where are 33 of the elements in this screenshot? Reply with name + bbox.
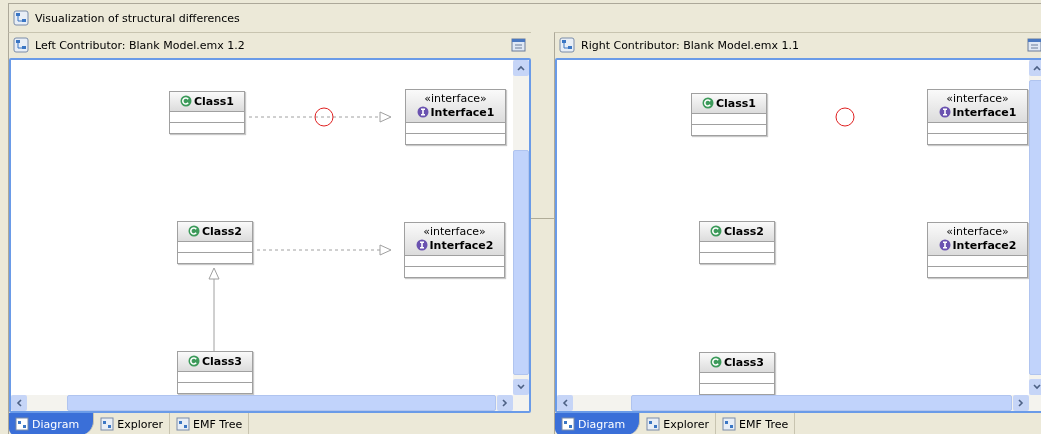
- uml-node[interactable]: «interface» Interface1: [405, 88, 506, 145]
- view-tab[interactable]: Diagram: [555, 413, 641, 434]
- uml-node[interactable]: «interface» Interface2: [927, 221, 1028, 278]
- uml-node[interactable]: «interface» Interface2: [404, 221, 505, 278]
- stereotype-label: «interface»: [424, 91, 487, 105]
- node-name: Class2: [202, 223, 242, 239]
- uml-node[interactable]: Class1: [169, 90, 245, 134]
- panel-title: Left Contributor: Blank Model.emx 1.2: [35, 38, 246, 52]
- uml-node[interactable]: Class2: [699, 220, 775, 264]
- node-name: Class1: [194, 93, 234, 109]
- panel-title: Right Contributor: Blank Model.emx 1.1: [581, 38, 800, 52]
- node-name: Interface1: [952, 104, 1017, 120]
- view-tab[interactable]: Explorer: [94, 413, 171, 434]
- node-name: Class2: [724, 223, 764, 239]
- node-name: Interface2: [429, 237, 494, 253]
- view-tab[interactable]: EMF Tree: [170, 413, 250, 434]
- uml-node[interactable]: Class3: [699, 351, 775, 395]
- node-name: Class3: [202, 353, 242, 369]
- uml-node[interactable]: Class2: [177, 220, 253, 264]
- view-title: Visualization of structural differences: [35, 11, 240, 25]
- view-tab[interactable]: EMF Tree: [716, 413, 796, 434]
- view-tab[interactable]: Explorer: [640, 413, 717, 434]
- node-name: Interface2: [952, 237, 1017, 253]
- node-name: Interface1: [430, 104, 495, 120]
- stereotype-label: «interface»: [946, 91, 1009, 105]
- node-name: Class1: [716, 95, 756, 111]
- uml-node[interactable]: «interface» Interface1: [927, 88, 1028, 145]
- uml-node[interactable]: Class3: [177, 350, 253, 394]
- view-tab[interactable]: Diagram: [9, 413, 95, 434]
- uml-node[interactable]: Class1: [691, 92, 767, 136]
- node-name: Class3: [724, 354, 764, 370]
- stereotype-label: «interface»: [423, 224, 486, 238]
- stereotype-label: «interface»: [946, 224, 1009, 238]
